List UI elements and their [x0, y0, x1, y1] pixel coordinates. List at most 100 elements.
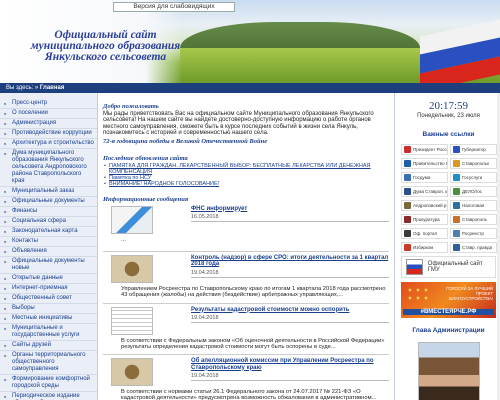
important-link-tile[interactable]: Ставр. правда [450, 242, 497, 253]
link-label: Ставр. правда [462, 245, 493, 250]
important-link-tile[interactable]: Налоговая [450, 200, 497, 211]
sidebar-item[interactable]: Контакты [0, 237, 97, 247]
news-thumbnail[interactable] [111, 254, 153, 283]
important-link-tile[interactable]: Губернатор [450, 144, 497, 155]
news-item: Результаты кадастровой стоимости можно о… [103, 304, 389, 356]
updates-title: Последние обновления сайта [103, 154, 188, 162]
link-logo-icon [404, 244, 411, 251]
important-link-tile[interactable]: Андроповский р-н [401, 200, 448, 211]
fireworks-icon [406, 286, 432, 302]
sidebar-item[interactable]: Дума муниципального образования Янкульск… [0, 149, 97, 187]
news-excerpt: ... [121, 236, 126, 243]
link-logo-icon [453, 216, 460, 223]
sidebar-item[interactable]: Законодательная карта [0, 227, 97, 237]
sidebar-item[interactable]: Формирование комфортной городской среды [0, 375, 97, 392]
news-thumbnail[interactable] [111, 358, 153, 387]
update-item: ВНИМАНИЕ! НАРОДНОЕ ГОЛОСОВАНИЕ! [103, 181, 389, 187]
link-logo-icon [404, 216, 411, 223]
update-link[interactable]: ВНИМАНИЕ! НАРОДНОЕ ГОЛОСОВАНИЕ! [109, 181, 219, 187]
sidebar-item[interactable]: Открытые данные [0, 274, 97, 284]
news-title-link[interactable]: Контроль (надзор) в сфере СРО: итоги дея… [191, 255, 389, 268]
clock-time: 20:17:59 [428, 100, 469, 112]
victory-heading: 72-я годовщина победы в Великой Отечеств… [103, 137, 268, 145]
link-logo-icon [453, 188, 460, 195]
news-title-link[interactable]: Результаты кадастровой стоимости можно о… [191, 307, 389, 314]
important-link-tile[interactable]: Ставрополье [450, 158, 497, 169]
important-link-tile[interactable]: Госуслуги [450, 172, 497, 183]
update-link[interactable]: ПАМЯТКА ДЛЯ ГРАЖДАН. ЛЕКАРСТВЕННЫЙ ВЫБОР… [109, 163, 371, 175]
link-label: Оф. портал [413, 231, 438, 236]
news-date: 16.05.2018 [191, 214, 219, 221]
site-title[interactable]: Официальный сайт муниципального образова… [18, 29, 193, 63]
sidebar-item[interactable]: Официальные документы [0, 197, 97, 207]
sidebar-item[interactable]: Муниципальные и государственные услуги [0, 324, 97, 341]
visually-impaired-button[interactable]: Версия для слабовидящих [113, 2, 235, 12]
sidebar-item[interactable]: Муниципальный заказ [0, 187, 97, 197]
sidebar-item[interactable]: Органы территориального общественного са… [0, 351, 97, 375]
sidebar-item[interactable]: О поселении [0, 109, 97, 119]
welcome-title: Добро пожаловать [103, 103, 159, 110]
link-label: Дума Ставроп. края [413, 189, 447, 194]
news-date: 19.04.2018 [191, 373, 219, 380]
important-links-title: Важные ссылки [422, 131, 475, 138]
link-label: Андроповский р-н [413, 203, 447, 208]
link-label: Губернатор [462, 147, 486, 152]
important-link-tile[interactable]: Ставрополь [450, 214, 497, 225]
important-link-tile[interactable]: Правительство РФ [401, 158, 448, 169]
sidebar-item[interactable]: Пресс-центр [0, 99, 97, 109]
sidebar-item[interactable]: Объявления [0, 247, 97, 257]
vote-promo-banner[interactable]: ГОЛОСУЙ ЗА ЛУЧШИЙ ПРОЕКТ БЛАГОУСТРОЙСТВА… [401, 282, 496, 318]
news-excerpt: Управлением Росреестра по Ставропольском… [121, 285, 386, 299]
sidebar-item[interactable]: Периодическое издание «Вестник Думы» [0, 392, 97, 400]
sidebar-item[interactable]: Администрация [0, 119, 97, 129]
important-link-tile[interactable]: Госдума [401, 172, 448, 183]
promo-text: ГОЛОСУЙ ЗА ЛУЧШИЙ ПРОЕКТ БЛАГОУСТРОЙСТВА… [446, 286, 493, 301]
gmu-banner-text: Официальный сайт ГМУ [427, 260, 483, 274]
promo-url: #ВМЕСТЕЯРЧЕ.РФ [403, 309, 494, 315]
breadcrumb-prefix: Вы здесь: [6, 85, 34, 91]
link-logo-icon [453, 230, 460, 237]
sidebar-item[interactable]: Интернет-приемная [0, 284, 97, 294]
news-title-link[interactable]: ФНС информирует [191, 206, 389, 213]
sidebar-item[interactable]: Архитектура и строительство [0, 139, 97, 149]
important-link-tile[interactable]: Прокуратура [401, 214, 448, 225]
breadcrumb: Вы здесь: » Главная [0, 83, 500, 93]
breadcrumb-home-link[interactable]: Главная [40, 85, 64, 91]
important-link-tile[interactable]: Президент России [401, 144, 448, 155]
sidebar-item[interactable]: Противодействие коррупции [0, 129, 97, 139]
gmu-banner[interactable]: Официальный сайт ГМУ [401, 256, 496, 278]
news-item: ФНС информирует 16.05.2018 ... [103, 203, 389, 252]
important-link-tile[interactable]: ДЕЛО/гос [450, 186, 497, 197]
head-admin-photo [417, 342, 480, 400]
link-logo-icon [453, 160, 460, 167]
news-item: Контроль (надзор) в сфере СРО: итоги дея… [103, 252, 389, 304]
important-link-tile[interactable]: Дума Ставроп. края [401, 186, 448, 197]
link-logo-icon [453, 146, 460, 153]
sidebar-item[interactable]: Официальные документы новые [0, 257, 97, 274]
news-item: Об апелляционной комиссии при Управлении… [103, 355, 389, 400]
update-item: ПАМЯТКА ДЛЯ ГРАЖДАН. ЛЕКАРСТВЕННЫЙ ВЫБОР… [103, 163, 389, 175]
important-link-tile[interactable]: Избирком [401, 242, 448, 253]
news-excerpt: В соответствии с Федеральным законом «Об… [121, 337, 385, 350]
important-link-tile[interactable]: Росреестр [450, 228, 497, 239]
important-link-tile[interactable]: Оф. портал [401, 228, 448, 239]
sidebar-item[interactable]: Социальная сфера [0, 217, 97, 227]
welcome-text: Мы рады приветствовать Вас на официально… [103, 111, 374, 137]
right-column: 20:17:59 Понедельник, 23 июля Важные ссы… [394, 93, 500, 400]
link-label: Президент России [413, 147, 447, 152]
important-links-grid: Президент России Губернатор Правительство … [401, 144, 497, 253]
link-logo-icon [404, 146, 411, 153]
sidebar-item[interactable]: Общественный совет [0, 294, 97, 304]
site-title-line3: Янкульского сельсовета [44, 51, 167, 63]
sidebar-item[interactable]: Выборы [0, 304, 97, 314]
main-content: Добро пожаловать Мы рады приветствовать … [101, 93, 391, 400]
sidebar-item[interactable]: Финансы [0, 207, 97, 217]
link-label: Росреестр [462, 231, 484, 236]
sidebar-item[interactable]: Сайты друзей [0, 341, 97, 351]
news-thumbnail[interactable] [111, 205, 153, 234]
news-title-link[interactable]: Об апелляционной комиссии при Управлении… [191, 358, 389, 371]
site-header: Официальный сайт муниципального образова… [0, 0, 500, 83]
link-logo-icon [404, 230, 411, 237]
news-thumbnail[interactable] [111, 306, 153, 335]
sidebar-item[interactable]: Местные инициативы [0, 314, 97, 324]
